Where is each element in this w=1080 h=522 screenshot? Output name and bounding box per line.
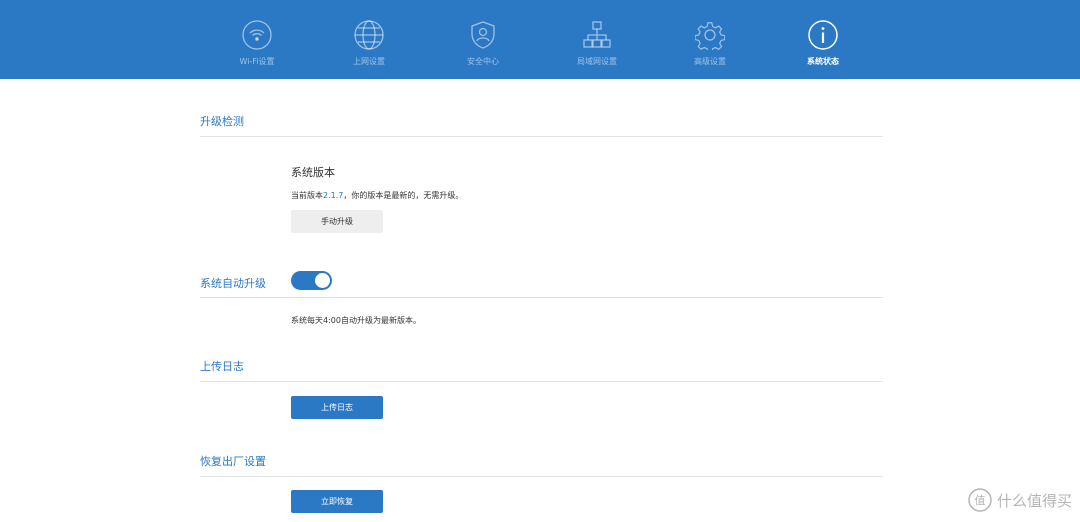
nav-item-internet-settings[interactable]: 上网设置: [324, 0, 414, 79]
globe-icon: [354, 20, 384, 50]
nav-label: 系统状态: [807, 57, 839, 66]
upload-log-title: 上传日志: [200, 360, 244, 373]
toggle-knob: [315, 273, 330, 288]
restore-now-button[interactable]: 立即恢复: [291, 490, 383, 513]
watermark-text: 什么值得买: [996, 491, 1072, 510]
auto-upgrade-toggle[interactable]: [291, 271, 332, 290]
version-number: 2.1.7: [323, 191, 344, 200]
nav-label: 高级设置: [694, 57, 726, 66]
upgrade-section-title: 升级检测: [200, 115, 244, 128]
shield-user-icon: [468, 20, 498, 50]
divider: [200, 381, 883, 382]
gear-icon: [694, 20, 726, 54]
nav-label: Wi-Fi设置: [239, 57, 275, 66]
nav-label: 局域网设置: [577, 57, 617, 66]
manual-upgrade-button[interactable]: 手动升级: [291, 210, 383, 233]
current-version-prefix: 当前版本: [291, 191, 323, 200]
main-nav: Wi-Fi设置 上网设置 安全中心 局域网设置 高级设置 系统状态: [0, 0, 1080, 79]
lan-network-icon: [582, 20, 612, 50]
factory-reset-title: 恢复出厂设置: [200, 455, 266, 468]
watermark-logo-icon: 值: [968, 488, 992, 512]
system-version-label: 系统版本: [291, 166, 335, 179]
nav-item-security-center[interactable]: 安全中心: [438, 0, 528, 79]
current-version-suffix: ，你的版本是最新的，无需升级。: [343, 191, 464, 200]
top-nav-bar: Wi-Fi设置 上网设置 安全中心 局域网设置 高级设置 系统状态: [0, 0, 1080, 79]
divider: [200, 297, 883, 298]
nav-item-lan-settings[interactable]: 局域网设置: [552, 0, 642, 79]
info-icon: [808, 20, 838, 50]
nav-item-system-status[interactable]: 系统状态: [778, 0, 868, 79]
divider: [200, 476, 883, 477]
wifi-icon: [242, 20, 272, 50]
auto-upgrade-title: 系统自动升级: [200, 277, 266, 290]
svg-text:值: 值: [974, 494, 985, 507]
nav-label: 上网设置: [353, 57, 385, 66]
nav-item-advanced-settings[interactable]: 高级设置: [665, 0, 755, 79]
nav-item-wifi-settings[interactable]: Wi-Fi设置: [212, 0, 302, 79]
upload-log-button[interactable]: 上传日志: [291, 396, 383, 419]
nav-label: 安全中心: [467, 57, 499, 66]
watermark: 值 什么值得买: [968, 487, 1072, 513]
divider: [200, 136, 883, 137]
auto-upgrade-desc: 系统每天4:00自动升级为最新版本。: [291, 316, 421, 325]
current-version-text: 当前版本2.1.7，你的版本是最新的，无需升级。: [291, 190, 463, 201]
